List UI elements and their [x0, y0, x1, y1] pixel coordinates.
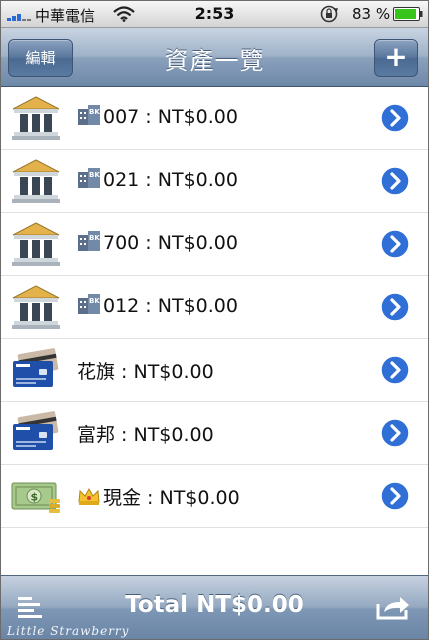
account-row-012[interactable]: BK 012 : NT$0.00	[1, 276, 428, 339]
svg-text:BK: BK	[89, 171, 100, 179]
account-label: 富邦 : NT$0.00	[77, 420, 214, 447]
add-account-button[interactable]: +	[374, 39, 418, 77]
bk-building-icon: BK	[78, 168, 100, 188]
disclosure-arrow-icon[interactable]	[380, 418, 410, 448]
disclosure-arrow-icon[interactable]	[380, 292, 410, 322]
share-icon[interactable]	[376, 594, 410, 620]
bottom-toolbar: Total NT$0.00 Little Strawberry	[1, 575, 428, 639]
battery-percent: 83 %	[352, 5, 391, 23]
account-row-021[interactable]: BK 021 : NT$0.00	[1, 150, 428, 213]
account-list: BK 007 : NT$0.00 BK 021: NT$0.00 BK 700…	[1, 87, 428, 528]
bank-building-icon	[12, 159, 60, 203]
disclosure-arrow-icon[interactable]	[380, 481, 410, 511]
account-row-citi[interactable]: 花旗 : NT$0.00	[1, 339, 428, 402]
disclosure-arrow-icon[interactable]	[380, 355, 410, 385]
disclosure-arrow-icon[interactable]	[380, 103, 410, 133]
bank-building-icon	[12, 96, 60, 140]
bk-building-icon: BK	[78, 231, 100, 251]
watermark-text: Little Strawberry	[7, 624, 130, 638]
svg-text:BK: BK	[89, 234, 100, 242]
account-label: BK 012 : NT$0.00	[77, 294, 238, 317]
bk-building-icon: BK	[78, 294, 100, 314]
account-row-fubon[interactable]: 富邦 : NT$0.00	[1, 402, 428, 465]
bank-building-icon	[12, 285, 60, 329]
account-label: 花旗 : NT$0.00	[77, 357, 214, 384]
rotation-lock-icon	[320, 5, 338, 23]
bk-building-icon: BK	[78, 105, 100, 125]
page-title: 資產一覽	[164, 47, 265, 75]
account-text: 021 : NT$0.00	[103, 169, 238, 191]
account-text: 花旗 : NT$0.00	[77, 361, 214, 383]
credit-card-icon	[13, 348, 59, 387]
account-row-007[interactable]: BK 007 : NT$0.00	[1, 87, 428, 150]
account-text: 富邦 : NT$0.00	[77, 424, 214, 446]
svg-text:BK: BK	[89, 297, 100, 305]
status-bar: 中華電信 2:53 83 %	[1, 1, 428, 28]
account-label: BK 007 : NT$0.00	[77, 105, 238, 128]
account-text: 012 : NT$0.00	[103, 295, 238, 317]
disclosure-arrow-icon[interactable]	[380, 229, 410, 259]
account-label: BK 700 : NT$0.00	[77, 231, 238, 254]
svg-text:$: $	[31, 491, 39, 504]
cash-bills-icon: $	[11, 482, 60, 513]
account-row-cash[interactable]: $ 現金 : NT$0.00	[1, 465, 428, 528]
svg-text:BK: BK	[89, 108, 100, 116]
battery-icon	[393, 7, 423, 21]
navigation-bar: 編輯 資產一覽 +	[1, 28, 428, 87]
app-frame: 中華電信 2:53 83 % 編輯 資產一覽 + BK 007: NT$0.0…	[0, 0, 429, 640]
crown-icon	[78, 487, 100, 505]
account-text: 700 : NT$0.00	[103, 232, 238, 254]
disclosure-arrow-icon[interactable]	[380, 166, 410, 196]
bank-building-icon	[12, 222, 60, 266]
account-label: BK 021 : NT$0.00	[77, 168, 238, 191]
account-label: 現金 : NT$0.00	[77, 483, 240, 510]
credit-card-icon	[13, 411, 59, 450]
total-amount: Total NT$0.00	[125, 592, 304, 618]
account-text: 現金 : NT$0.00	[103, 487, 240, 509]
account-row-700[interactable]: BK 700 : NT$0.00	[1, 213, 428, 276]
account-text: 007 : NT$0.00	[103, 106, 238, 128]
